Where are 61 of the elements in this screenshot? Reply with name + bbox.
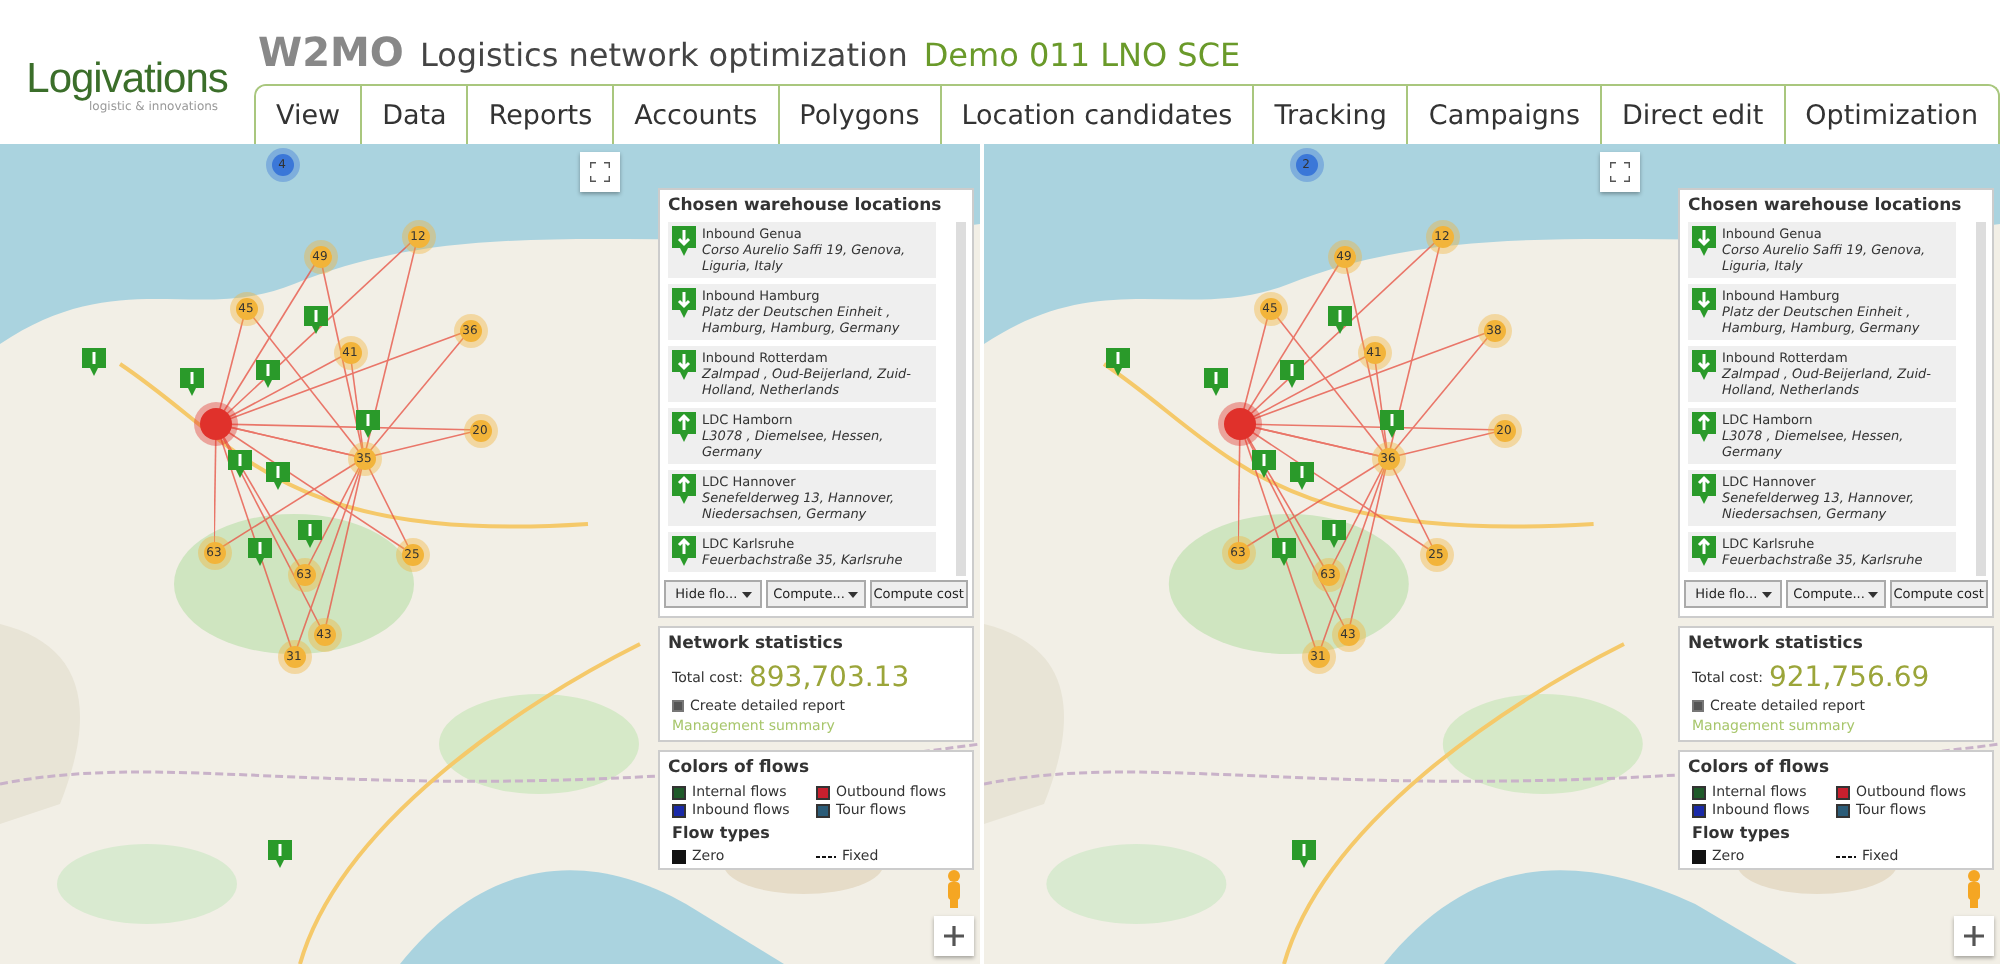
warehouse-marker-icon[interactable] (1292, 840, 1316, 868)
nav-tab[interactable]: Polygons (779, 86, 942, 144)
warehouse-marker-icon[interactable] (298, 520, 322, 548)
up-arrow-marker-icon (672, 536, 696, 566)
fullscreen-icon (1610, 162, 1630, 182)
zoom-in-button[interactable] (1954, 916, 1994, 956)
down-arrow-marker-icon (1692, 288, 1716, 318)
logo: Logivations (26, 58, 228, 100)
warehouse-marker-icon[interactable] (1380, 410, 1404, 438)
warehouse-marker-icon[interactable] (248, 538, 272, 566)
warehouse-marker-icon[interactable] (180, 368, 204, 396)
panel-title: Chosen warehouse locations (666, 194, 944, 220)
warehouse-marker-icon[interactable] (1328, 306, 1352, 334)
down-arrow-marker-icon (672, 226, 696, 256)
panel-title: Colors of flows (666, 756, 812, 782)
warehouse-marker-icon[interactable] (1272, 538, 1296, 566)
plus-icon (944, 926, 964, 946)
warehouse-marker-icon[interactable] (1280, 360, 1304, 388)
warehouse-marker-icon[interactable] (356, 410, 380, 438)
warehouse-marker-icon[interactable] (266, 462, 290, 490)
project-name: Demo 011 LNO SCE (923, 36, 1241, 74)
down-arrow-marker-icon (1692, 350, 1716, 380)
dashed-line-icon (816, 853, 836, 859)
down-arrow-marker-icon (672, 288, 696, 318)
warehouse-marker-icon[interactable] (228, 450, 252, 478)
warehouse-marker-icon[interactable] (304, 306, 328, 334)
warehouse-marker-icon[interactable] (1204, 368, 1228, 396)
zoom-in-button[interactable] (934, 916, 974, 956)
nav-tab[interactable]: View (256, 86, 363, 144)
warehouse-marker-icon[interactable] (1322, 520, 1346, 548)
down-arrow-marker-icon (672, 350, 696, 380)
app-title: Logistics network optimization (419, 36, 908, 74)
down-arrow-marker-icon (1692, 226, 1716, 256)
warehouse-marker-icon[interactable] (256, 360, 280, 388)
up-arrow-marker-icon (1692, 536, 1716, 566)
fullscreen-icon (590, 162, 610, 182)
flow-types-title: Flow types (1690, 822, 1792, 846)
dashed-line-icon (1836, 853, 1856, 859)
up-arrow-marker-icon (672, 412, 696, 442)
up-arrow-marker-icon (672, 474, 696, 504)
plus-icon (1964, 926, 1984, 946)
up-arrow-marker-icon (1692, 412, 1716, 442)
checkbox[interactable] (1692, 700, 1704, 712)
total-cost-value: 893,703.13 (748, 662, 910, 694)
panel-title: Network statistics (1686, 632, 1865, 658)
panel-title: Chosen warehouse locations (1686, 194, 1964, 220)
warehouse-marker-icon[interactable] (1290, 462, 1314, 490)
up-arrow-marker-icon (1692, 474, 1716, 504)
nav-tab[interactable]: Optimization (1785, 86, 1998, 144)
warehouse-marker-icon[interactable] (268, 840, 292, 868)
panel-title: Colors of flows (1686, 756, 1832, 782)
product-name: W2MO (258, 28, 404, 76)
checkbox[interactable] (672, 700, 684, 712)
fullscreen-button[interactable] (1600, 152, 1640, 192)
fullscreen-button[interactable] (580, 152, 620, 192)
warehouse-marker-icon[interactable] (1252, 450, 1276, 478)
warehouse-marker-icon[interactable] (1106, 348, 1130, 376)
panel-title: Network statistics (666, 632, 845, 658)
warehouse-marker-icon[interactable] (82, 348, 106, 376)
flow-types-title: Flow types (670, 822, 772, 846)
total-cost-value: 921,756.69 (1768, 662, 1930, 694)
